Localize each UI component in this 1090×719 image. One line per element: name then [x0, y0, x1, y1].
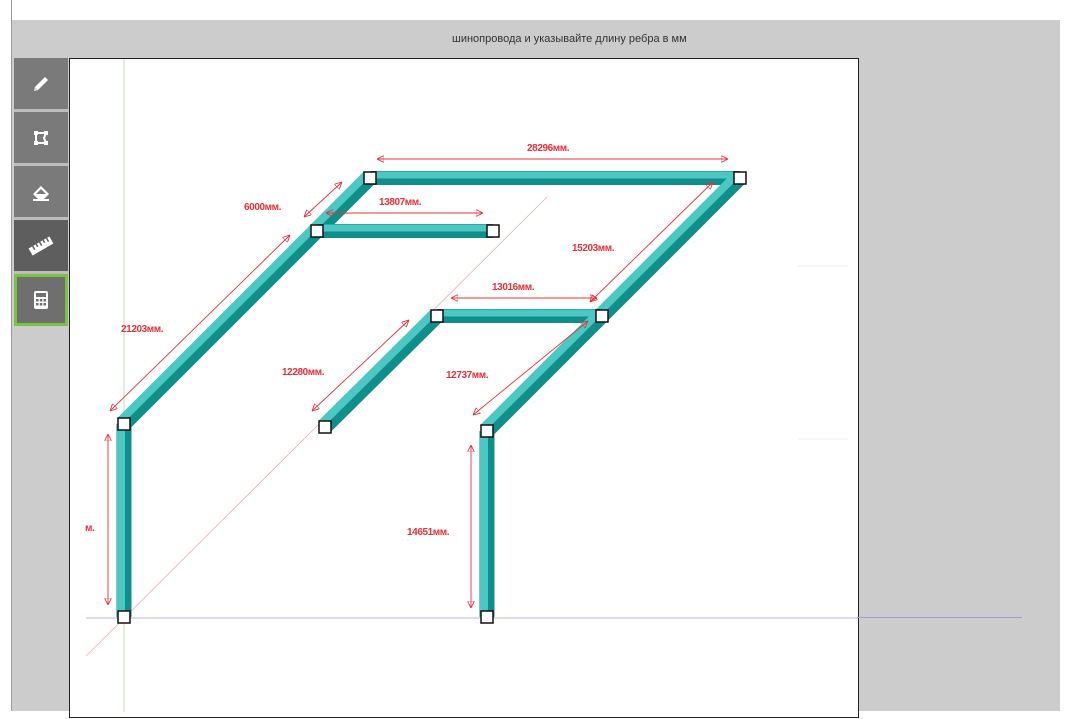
dimension-line-left-diagonal [110, 235, 290, 411]
busbar-drawing[interactable]: 28296мм. 6000мм. 13807мм. 15203мм. 21203… [70, 59, 858, 719]
busbar-segment-right-lower-diagonal[interactable] [480, 310, 608, 437]
node-handle[interactable] [363, 171, 377, 185]
tool-panel [14, 58, 68, 326]
busbar-segment-right-diagonal[interactable] [595, 172, 746, 322]
node-handle[interactable] [480, 610, 494, 624]
node-handle[interactable] [486, 224, 500, 238]
node-handle[interactable] [430, 309, 444, 323]
measure-tool-button[interactable] [14, 220, 68, 274]
diagonal-guide-line [85, 196, 548, 657]
busbar-segment-right-vertical[interactable] [479, 431, 495, 617]
dimension-label-28296: 28296мм. [527, 143, 570, 154]
dimension-label-12737: 12737мм. [446, 370, 489, 381]
busbar-segment-left-vertical[interactable] [116, 424, 132, 617]
busbar-segment-middle-diagonal[interactable] [318, 310, 443, 433]
dimension-line-right-diagonal [590, 182, 713, 302]
node-handle[interactable] [318, 420, 332, 434]
node-handle[interactable] [117, 417, 131, 431]
ruler-icon [28, 236, 54, 255]
node-handle[interactable] [595, 309, 609, 323]
node-handle[interactable] [117, 610, 131, 624]
calculator-icon [34, 291, 48, 309]
dimension-label-13016: 13016мм. [492, 282, 535, 293]
dimension-label-6000: 6000мм. [244, 202, 282, 213]
node-handle[interactable] [310, 224, 324, 238]
dimension-label-21203: 21203мм. [121, 324, 164, 335]
calculate-tool-button[interactable] [14, 274, 68, 326]
busbar-segment-inner-top[interactable] [317, 224, 493, 238]
instruction-text: шинопровода и указывайте длину ребра в м… [452, 33, 687, 45]
dimension-label-15203: 15203мм. [572, 243, 615, 254]
pencil-icon [34, 76, 48, 91]
dimension-line-right-lower-diagonal [473, 321, 588, 415]
busbar-segment-middle[interactable] [437, 309, 602, 323]
top-strip [0, 0, 1090, 20]
busbar-segments[interactable] [116, 171, 746, 617]
erase-tool-button[interactable] [14, 166, 68, 220]
eraser-icon [33, 185, 49, 201]
horizontal-guide-extension [857, 617, 1022, 618]
select-shape-icon [34, 130, 48, 145]
dimension-label-12280: 12280мм. [282, 367, 325, 378]
node-handle[interactable] [733, 171, 747, 185]
draw-tool-button[interactable] [14, 58, 68, 112]
dimension-label-partial: м. [85, 523, 95, 534]
busbar-segment-top[interactable] [370, 171, 740, 185]
drawing-canvas[interactable]: 28296мм. 6000мм. 13807мм. 15203мм. 21203… [69, 58, 859, 718]
dimension-label-14651: 14651мм. [407, 527, 450, 538]
node-handle[interactable] [480, 424, 494, 438]
select-tool-button[interactable] [14, 112, 68, 166]
dimension-label-13807: 13807мм. [379, 197, 422, 208]
busbar-segment-top-short-diagonal[interactable] [310, 172, 376, 237]
